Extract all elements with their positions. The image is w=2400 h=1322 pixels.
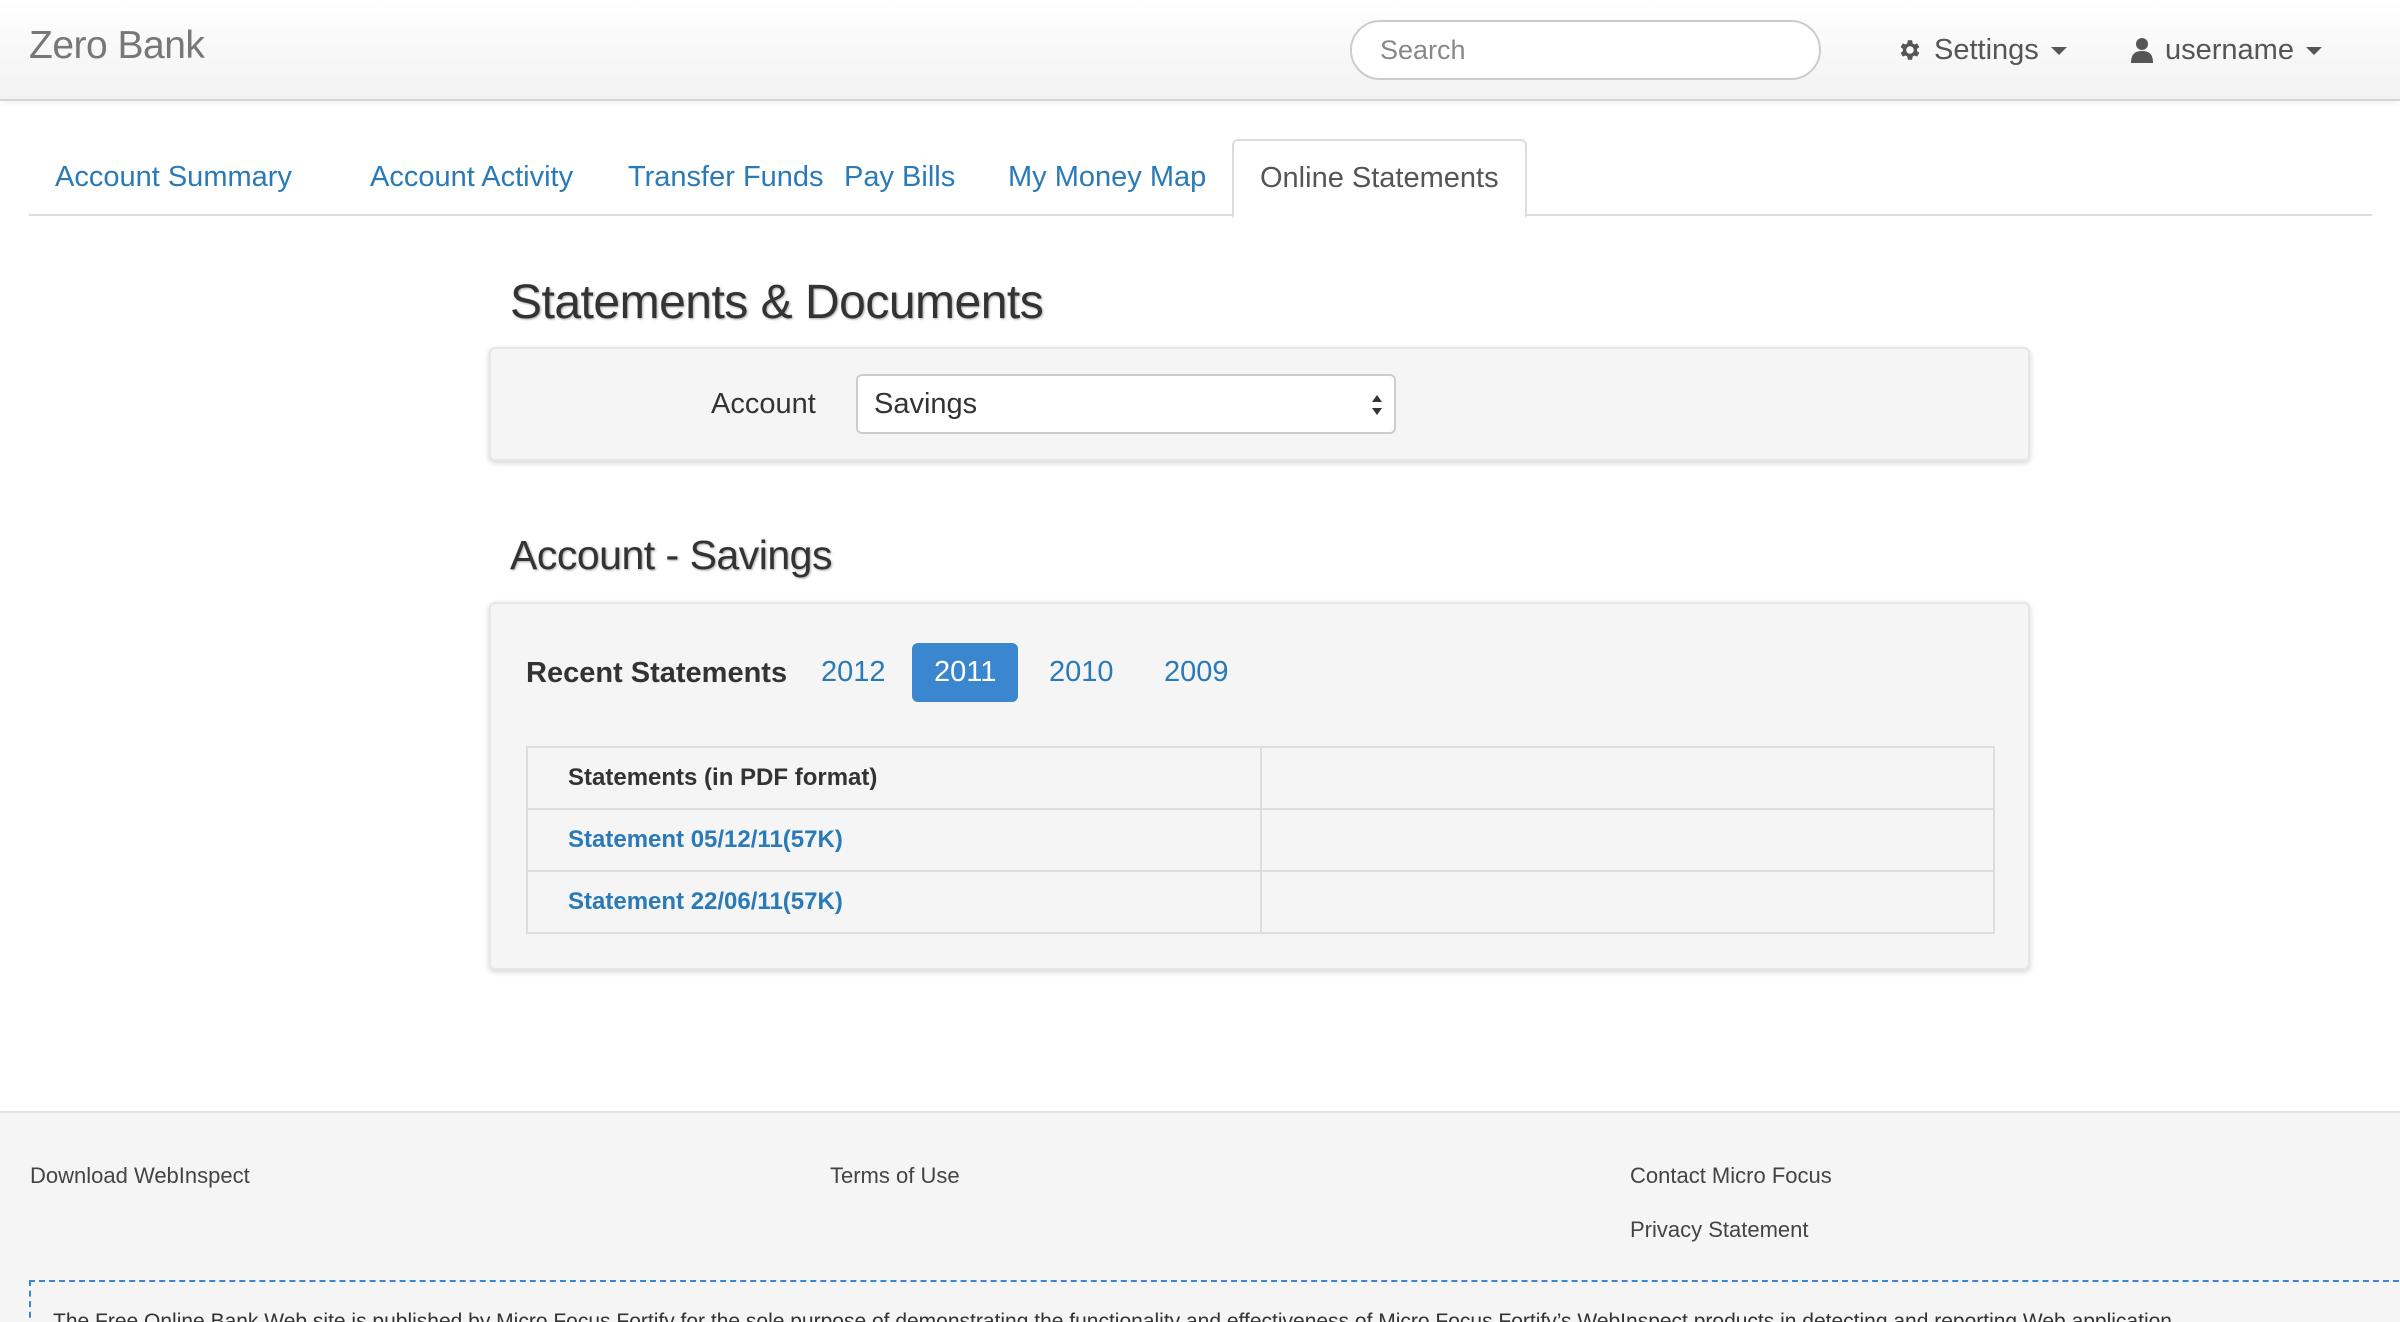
recent-statements-label: Recent Statements <box>526 657 788 689</box>
year-pill-2009[interactable]: 2009 <box>1142 643 1251 702</box>
statements-table: Statements (in PDF format) Statement 05/… <box>526 746 1995 934</box>
tab-transfer-funds[interactable]: Transfer Funds <box>602 139 850 216</box>
table-cell: Statement 22/06/11(57K) <box>526 870 1262 934</box>
year-pill-2012[interactable]: 2012 <box>799 643 908 702</box>
account-select-value: Savings <box>874 388 978 420</box>
username-label: username <box>2165 33 2294 66</box>
search-input[interactable] <box>1350 20 1821 80</box>
tab-my-money-map[interactable]: My Money Map <box>982 139 1232 216</box>
footer-link-download-webinspect[interactable]: Download WebInspect <box>30 1163 250 1189</box>
main-tabs: Account Summary Account Activity Transfe… <box>29 139 2372 218</box>
statement-link[interactable]: Statement 22/06/11(57K) <box>568 888 843 915</box>
disclaimer-box: The Free Online Bank Web site is publish… <box>29 1280 2400 1322</box>
brand-logo[interactable]: Zero Bank <box>29 24 205 68</box>
top-navbar: Zero Bank Settings username <box>0 0 2400 101</box>
tab-account-summary[interactable]: Account Summary <box>29 139 318 216</box>
tab-account-activity[interactable]: Account Activity <box>344 139 599 216</box>
disclaimer-text: The Free Online Bank Web site is publish… <box>53 1310 2172 1322</box>
table-cell-empty <box>1260 870 1995 934</box>
table-cell: Statement 05/12/11(57K) <box>526 808 1262 872</box>
table-cell-empty <box>1260 808 1995 872</box>
settings-label: Settings <box>1934 33 2039 66</box>
account-select[interactable]: Savings <box>856 374 1396 434</box>
select-arrows-icon <box>1372 395 1382 415</box>
chevron-down-icon <box>2050 47 2067 55</box>
settings-menu[interactable]: Settings <box>1896 30 2067 70</box>
chevron-down-icon <box>2305 47 2322 55</box>
table-header-empty <box>1260 746 1995 810</box>
account-subtitle: Account - Savings <box>510 532 832 578</box>
footer-link-terms[interactable]: Terms of Use <box>830 1163 960 1189</box>
table-row: Statement 22/06/11(57K) <box>526 870 1995 934</box>
tab-pay-bills[interactable]: Pay Bills <box>818 139 981 216</box>
gear-icon <box>1900 40 1920 60</box>
user-icon <box>2131 38 2153 63</box>
page-title: Statements & Documents <box>510 276 1044 329</box>
table-header-row: Statements (in PDF format) <box>526 746 1995 810</box>
year-pill-2010[interactable]: 2010 <box>1027 643 1136 702</box>
footer-link-contact[interactable]: Contact Micro Focus <box>1630 1163 1832 1189</box>
user-menu[interactable]: username <box>2131 30 2322 70</box>
footer-link-privacy[interactable]: Privacy Statement <box>1630 1217 1809 1243</box>
table-header-statements: Statements (in PDF format) <box>526 746 1262 810</box>
tab-online-statements[interactable]: Online Statements <box>1232 139 1527 218</box>
account-label: Account <box>711 388 816 420</box>
table-row: Statement 05/12/11(57K) <box>526 808 1995 872</box>
statement-link[interactable]: Statement 05/12/11(57K) <box>568 826 843 853</box>
year-pill-2011[interactable]: 2011 <box>912 643 1019 702</box>
